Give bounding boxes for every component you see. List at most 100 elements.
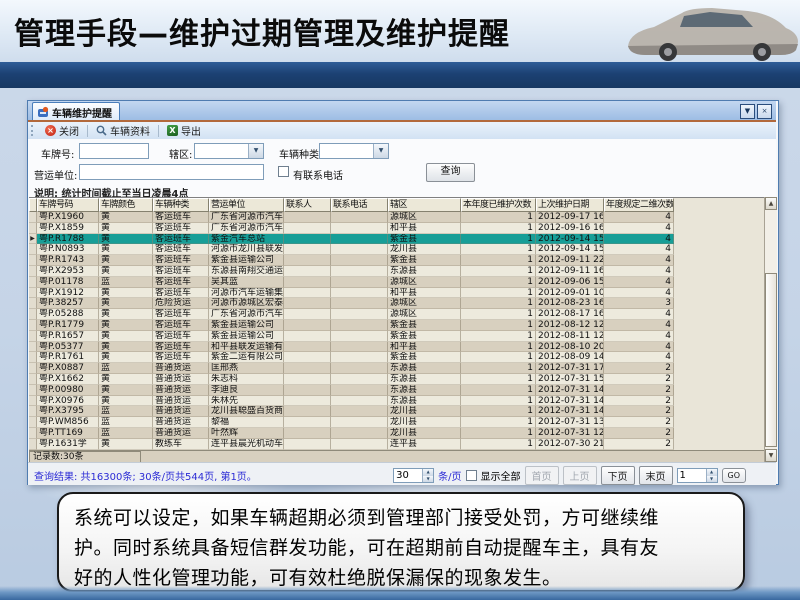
vehicle-type-select[interactable]: ▼	[319, 143, 389, 159]
table-cell: 2012-07-30 21:05	[536, 439, 604, 450]
table-row[interactable]: 粤P.X1662黄普通货运朱志科东源县12012-07-31 15:282	[29, 374, 764, 385]
column-header[interactable]: 年度规定二维次数	[604, 198, 674, 212]
table-row[interactable]: 粤P.R1779黄客运班车紫金县运输公司紫金县12012-08-12 12:20…	[29, 320, 764, 331]
table-cell: 和平县	[388, 342, 461, 353]
table-row[interactable]: 粤P.X1912黄客运班车河源市汽车运输集和平县12012-09-01 10:5…	[29, 288, 764, 299]
page-number-input[interactable]	[678, 469, 706, 482]
table-cell: 东源县	[388, 266, 461, 277]
table-cell: 2012-07-31 15:28	[536, 374, 604, 385]
table-cell: 黄	[99, 331, 153, 342]
page-size-input[interactable]	[394, 469, 422, 482]
column-header[interactable]: 营运单位	[209, 198, 284, 212]
table-row[interactable]: 粤P.R1657黄客运班车紫金县运输公司紫金县12012-08-11 12:01…	[29, 331, 764, 342]
search-form: 车牌号: 辖区: ▼ 车辆种类: ▼ 营运单位: 有联系电话 查询 说明: 统计…	[28, 139, 776, 197]
table-row[interactable]: 粤P.00980黄普通货运李迪良东源县12012-07-31 14:512	[29, 385, 764, 396]
table-row[interactable]: 粤P.X1960黄客运班车广东省河源市汽车源城区12012-09-17 16:1…	[29, 212, 764, 223]
triangle-up-icon[interactable]: ▲	[765, 197, 777, 210]
column-header[interactable]: 辖区	[388, 198, 461, 212]
column-header[interactable]: 车辆种类	[153, 198, 209, 212]
page-number-spinner[interactable]: ▲▼	[677, 468, 718, 483]
spinner-arrows-icon[interactable]: ▲▼	[706, 469, 717, 482]
column-header[interactable]: 车牌颜色	[99, 198, 153, 212]
table-cell: 蓝	[99, 277, 153, 288]
go-button[interactable]: GO	[722, 468, 747, 483]
query-button[interactable]: 查询	[426, 163, 475, 182]
row-marker	[29, 439, 37, 450]
table-row[interactable]: 粤P.01178蓝客运班车吴其蓝源城区12012-09-06 15:274	[29, 277, 764, 288]
column-header[interactable]: 联系电话	[331, 198, 388, 212]
column-header[interactable]: 上次维护日期	[536, 198, 604, 212]
table-cell	[331, 406, 388, 417]
next-page-button[interactable]: 下页	[601, 466, 635, 485]
show-all-checkbox[interactable]	[466, 470, 477, 481]
vertical-scrollbar[interactable]: ▲ ▼	[764, 197, 777, 462]
spinner-arrows-icon[interactable]: ▲▼	[422, 469, 433, 482]
table-cell: 粤P.X1912	[37, 288, 99, 299]
column-header[interactable]: 本年度已维护次数	[461, 198, 536, 212]
row-marker	[29, 417, 37, 428]
table-row[interactable]: 粤P.TT169蓝普通货运叶然辉龙川县12012-07-31 12:372	[29, 428, 764, 439]
table-cell: 粤P.X1859	[37, 223, 99, 234]
table-row[interactable]: 粤P.X2953黄客运班车东源县南翔交通运东源县12012-09-11 16:0…	[29, 266, 764, 277]
table-row[interactable]: 粤P.WM856蓝普通货运黎福龙川县12012-07-31 13:402	[29, 417, 764, 428]
table-row[interactable]: 粤P.R1743黄客运班车紫金县运输公司紫金县12012-09-11 22:46…	[29, 255, 764, 266]
table-cell: 黄	[99, 223, 153, 234]
district-select[interactable]: ▼	[194, 143, 264, 159]
table-row[interactable]: 粤P.38257黄危险货运河源市源城区宏泰源城区12012-08-23 16:3…	[29, 298, 764, 309]
scrollbar-thumb[interactable]	[765, 273, 777, 447]
table-cell	[331, 234, 388, 245]
has-phone-checkbox[interactable]	[278, 166, 289, 177]
vehicle-info-button[interactable]: 车辆资料	[90, 121, 156, 140]
column-header[interactable]: 联系人	[284, 198, 331, 212]
table-cell	[331, 352, 388, 363]
prev-page-button[interactable]: 上页	[563, 466, 597, 485]
table-row[interactable]: 粤P.05377黄客运班车和平县联发运输有和平县12012-08-10 20:3…	[29, 342, 764, 353]
window-close-button[interactable]: ×	[757, 104, 772, 119]
table-cell	[284, 309, 331, 320]
operator-input[interactable]	[79, 164, 264, 180]
table-cell: 粤P.X0976	[37, 396, 99, 407]
chevron-down-icon[interactable]: ▼	[248, 144, 263, 158]
table-cell: 蓝	[99, 406, 153, 417]
first-page-button[interactable]: 首页	[525, 466, 559, 485]
table-cell: 粤P.R1761	[37, 352, 99, 363]
triangle-down-icon[interactable]: ▼	[765, 449, 777, 462]
table-row[interactable]: 粤P.N0893黄客运班车河源市龙川县联发龙川县12012-09-14 15:2…	[29, 244, 764, 255]
table-cell: 1	[461, 385, 536, 396]
excel-icon: X	[167, 125, 178, 136]
row-marker	[29, 374, 37, 385]
window-menu-button[interactable]: ▼	[740, 104, 755, 119]
export-button[interactable]: X 导出	[161, 121, 207, 140]
table-row[interactable]: 粤P.05288黄客运班车广东省河源市汽车源城区12012-08-17 16:2…	[29, 309, 764, 320]
table-cell: 4	[604, 255, 674, 266]
plate-input[interactable]	[79, 143, 149, 159]
table-cell: 紫金县运输公司	[209, 255, 284, 266]
close-button[interactable]: × 关闭	[39, 121, 85, 140]
table-row[interactable]: 粤P.X1859黄客运班车广东省河源市汽车和平县12012-09-16 16:2…	[29, 223, 764, 234]
table-cell: 黄	[99, 385, 153, 396]
table-cell: 河源市汽车运输集	[209, 288, 284, 299]
table-cell: 朱志科	[209, 374, 284, 385]
table-row[interactable]: 粤P.R1761黄客运班车紫金二运有限公司紫金县12012-08-09 14:5…	[29, 352, 764, 363]
page-size-spinner[interactable]: ▲▼	[393, 468, 434, 483]
table-cell: 客运班车	[153, 352, 209, 363]
table-row[interactable]: ▶粤P.R1788黄客运班车紫金汽车总站紫金县12012-09-14 15:31…	[29, 234, 764, 245]
table-row[interactable]: 粤P.1631学黄教练车连平县晨光机动车连平县12012-07-30 21:05…	[29, 439, 764, 450]
row-marker	[29, 363, 37, 374]
tab-strip: 车辆维护提醒 ▼ ×	[28, 101, 776, 120]
table-cell	[284, 417, 331, 428]
table-cell	[331, 385, 388, 396]
table-cell	[331, 266, 388, 277]
table-row[interactable]: 粤P.X3795蓝普通货运龙川县聪盛百货商龙川县12012-07-31 14:0…	[29, 406, 764, 417]
chevron-down-icon[interactable]: ▼	[373, 144, 388, 158]
table-cell: 紫金汽车总站	[209, 234, 284, 245]
table-row[interactable]: 粤P.X0887蓝普通货运匡邢燕东源县12012-07-31 17:022	[29, 363, 764, 374]
last-page-button[interactable]: 末页	[639, 466, 673, 485]
column-header[interactable]: 车牌号码	[37, 198, 99, 212]
table-cell: 2	[604, 374, 674, 385]
tab-vehicle-maintenance-reminder[interactable]: 车辆维护提醒	[32, 102, 120, 121]
table-cell: 李迪良	[209, 385, 284, 396]
table-cell: 粤P.05288	[37, 309, 99, 320]
table-cell	[284, 298, 331, 309]
table-row[interactable]: 粤P.X0976黄普通货运朱林先东源县12012-07-31 14:512	[29, 396, 764, 407]
